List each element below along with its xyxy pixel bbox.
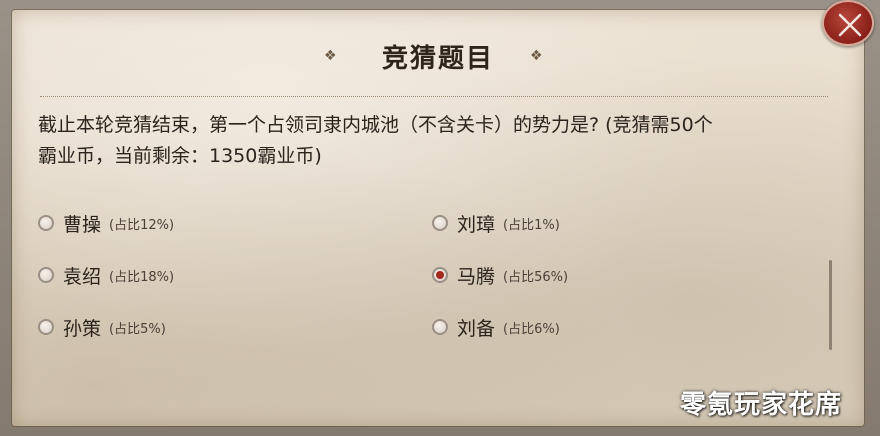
radio-yuanshao[interactable] [38, 267, 54, 283]
option-name: 刘璋 [457, 213, 496, 236]
close-button[interactable] [822, 0, 874, 46]
header-divider [40, 96, 828, 97]
option-share: (占比12%) [109, 217, 175, 233]
close-icon [838, 13, 862, 37]
radio-liuzhang[interactable] [432, 215, 448, 231]
option-share: (占比1%) [503, 217, 560, 233]
option-name: 马腾 [457, 265, 496, 288]
option-caocao[interactable]: 曹操 (占比12%) [38, 208, 174, 238]
option-share: (占比6%) [503, 321, 560, 337]
option-liubei[interactable]: 刘备 (占比6%) [432, 312, 560, 342]
option-name: 刘备 [457, 317, 496, 340]
scrollbar[interactable] [829, 260, 832, 350]
radio-liubei[interactable] [432, 319, 448, 335]
question-line-2: 霸业币，当前剩余：1350霸业币) [38, 145, 322, 167]
radio-caocao[interactable] [38, 215, 54, 231]
option-liuzhang[interactable]: 刘璋 (占比1%) [432, 208, 560, 238]
dialog-title: 竞猜题目 [381, 44, 494, 74]
option-mateng[interactable]: 马腾 (占比56%) [432, 260, 568, 290]
ornament-right-icon: ❖ [530, 48, 543, 64]
option-name: 袁绍 [63, 265, 102, 288]
option-yuanshao[interactable]: 袁绍 (占比18%) [38, 260, 174, 290]
quiz-dialog: ❖ 竞猜题目 ❖ 截止本轮竞猜结束，第一个占领司隶内城池（不含关卡）的势力是? … [12, 10, 864, 426]
option-share: (占比18%) [109, 269, 175, 285]
option-sunce[interactable]: 孙策 (占比5%) [38, 312, 166, 342]
option-name: 曹操 [63, 213, 102, 236]
radio-sunce[interactable] [38, 319, 54, 335]
option-name: 孙策 [63, 317, 102, 340]
question-text: 截止本轮竞猜结束，第一个占领司隶内城池（不含关卡）的势力是? (竞猜需50个 霸… [38, 110, 838, 172]
radio-mateng-selected[interactable] [432, 267, 448, 283]
question-line-1: 截止本轮竞猜结束，第一个占领司隶内城池（不含关卡）的势力是? (竞猜需50个 [38, 114, 713, 136]
option-share: (占比56%) [503, 269, 569, 285]
option-share: (占比5%) [109, 321, 166, 337]
dialog-header: ❖ 竞猜题目 ❖ [12, 38, 864, 78]
watermark-text: 零氪玩家花席 [680, 390, 843, 420]
